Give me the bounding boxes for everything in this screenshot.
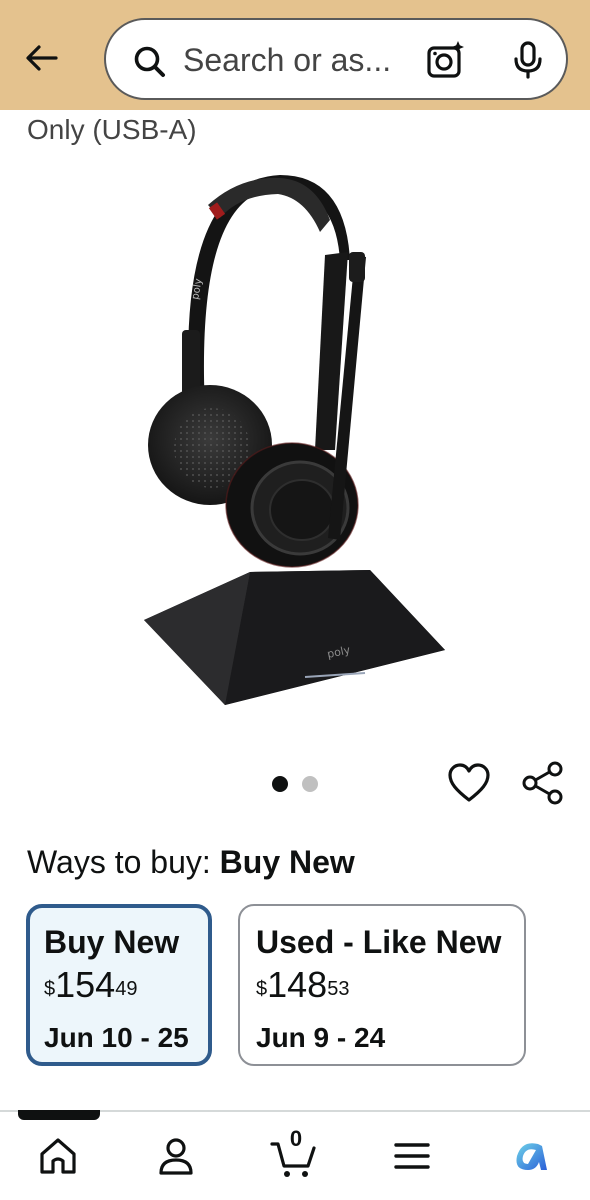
camera-search-icon[interactable] [424, 38, 468, 82]
wishlist-heart-icon[interactable] [446, 760, 492, 806]
offer-delivery-date: Jun 10 - 25 [44, 1022, 189, 1053]
product-image[interactable]: poly poly [130, 160, 460, 720]
cart-count-badge: 0 [289, 1126, 303, 1151]
offer-card-buy-new[interactable]: Buy New $15449 Jun 10 - 25 [26, 904, 212, 1066]
carousel-dot-2[interactable] [302, 776, 318, 792]
top-header: Search or as... [0, 0, 590, 110]
back-arrow-icon [26, 45, 58, 71]
price-fraction: 53 [327, 978, 350, 1000]
microphone-icon[interactable] [506, 38, 550, 82]
back-button[interactable] [18, 34, 66, 82]
bottom-nav: 0 [0, 1112, 590, 1200]
ways-to-buy-label: Ways to buy: [27, 844, 211, 880]
account-icon [159, 1138, 193, 1175]
price-whole: 154 [55, 964, 116, 1005]
nav-home[interactable] [32, 1130, 84, 1182]
nav-account[interactable] [150, 1130, 202, 1182]
price-symbol: $ [44, 978, 56, 1000]
search-icon [134, 46, 165, 77]
ways-to-buy-selected: Buy New [219, 844, 355, 880]
price-whole: 148 [267, 964, 328, 1005]
price-symbol: $ [256, 978, 268, 1000]
search-bar[interactable]: Search or as... [104, 18, 568, 100]
carousel-dot-1[interactable] [272, 776, 288, 792]
offer-title: Used - Like New [256, 924, 502, 960]
image-carousel-indicator [272, 776, 318, 792]
share-icon[interactable] [520, 760, 566, 806]
rufus-icon [516, 1143, 547, 1170]
price-fraction: 49 [115, 978, 138, 1000]
offer-delivery-date: Jun 9 - 24 [256, 1022, 386, 1053]
nav-cart[interactable]: 0 [268, 1126, 320, 1182]
offer-price: $15449 [44, 964, 208, 1014]
ways-to-buy-heading: Ways to buy: Buy New [27, 842, 355, 882]
search-input[interactable]: Search or as... [183, 40, 391, 80]
offer-price: $14853 [256, 964, 524, 1014]
offer-card-used-like-new[interactable]: Used - Like New $14853 Jun 9 - 24 [238, 904, 526, 1066]
nav-rufus[interactable] [504, 1130, 556, 1182]
product-title: Only (USB-A) [27, 114, 197, 145]
home-icon [40, 1138, 76, 1174]
nav-menu[interactable] [386, 1130, 438, 1182]
menu-icon [394, 1143, 430, 1169]
offer-title: Buy New [44, 924, 180, 960]
